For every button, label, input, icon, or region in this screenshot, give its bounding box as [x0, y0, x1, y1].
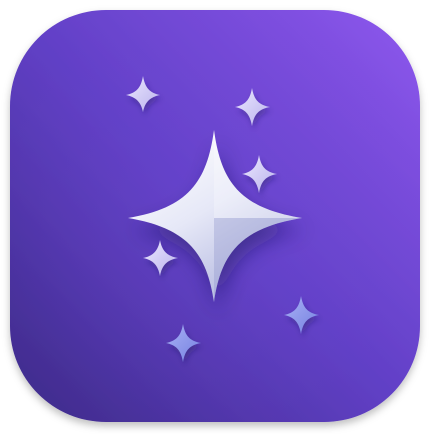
- app-icon[interactable]: [0, 0, 432, 434]
- sparkle-app-icon: [10, 10, 420, 422]
